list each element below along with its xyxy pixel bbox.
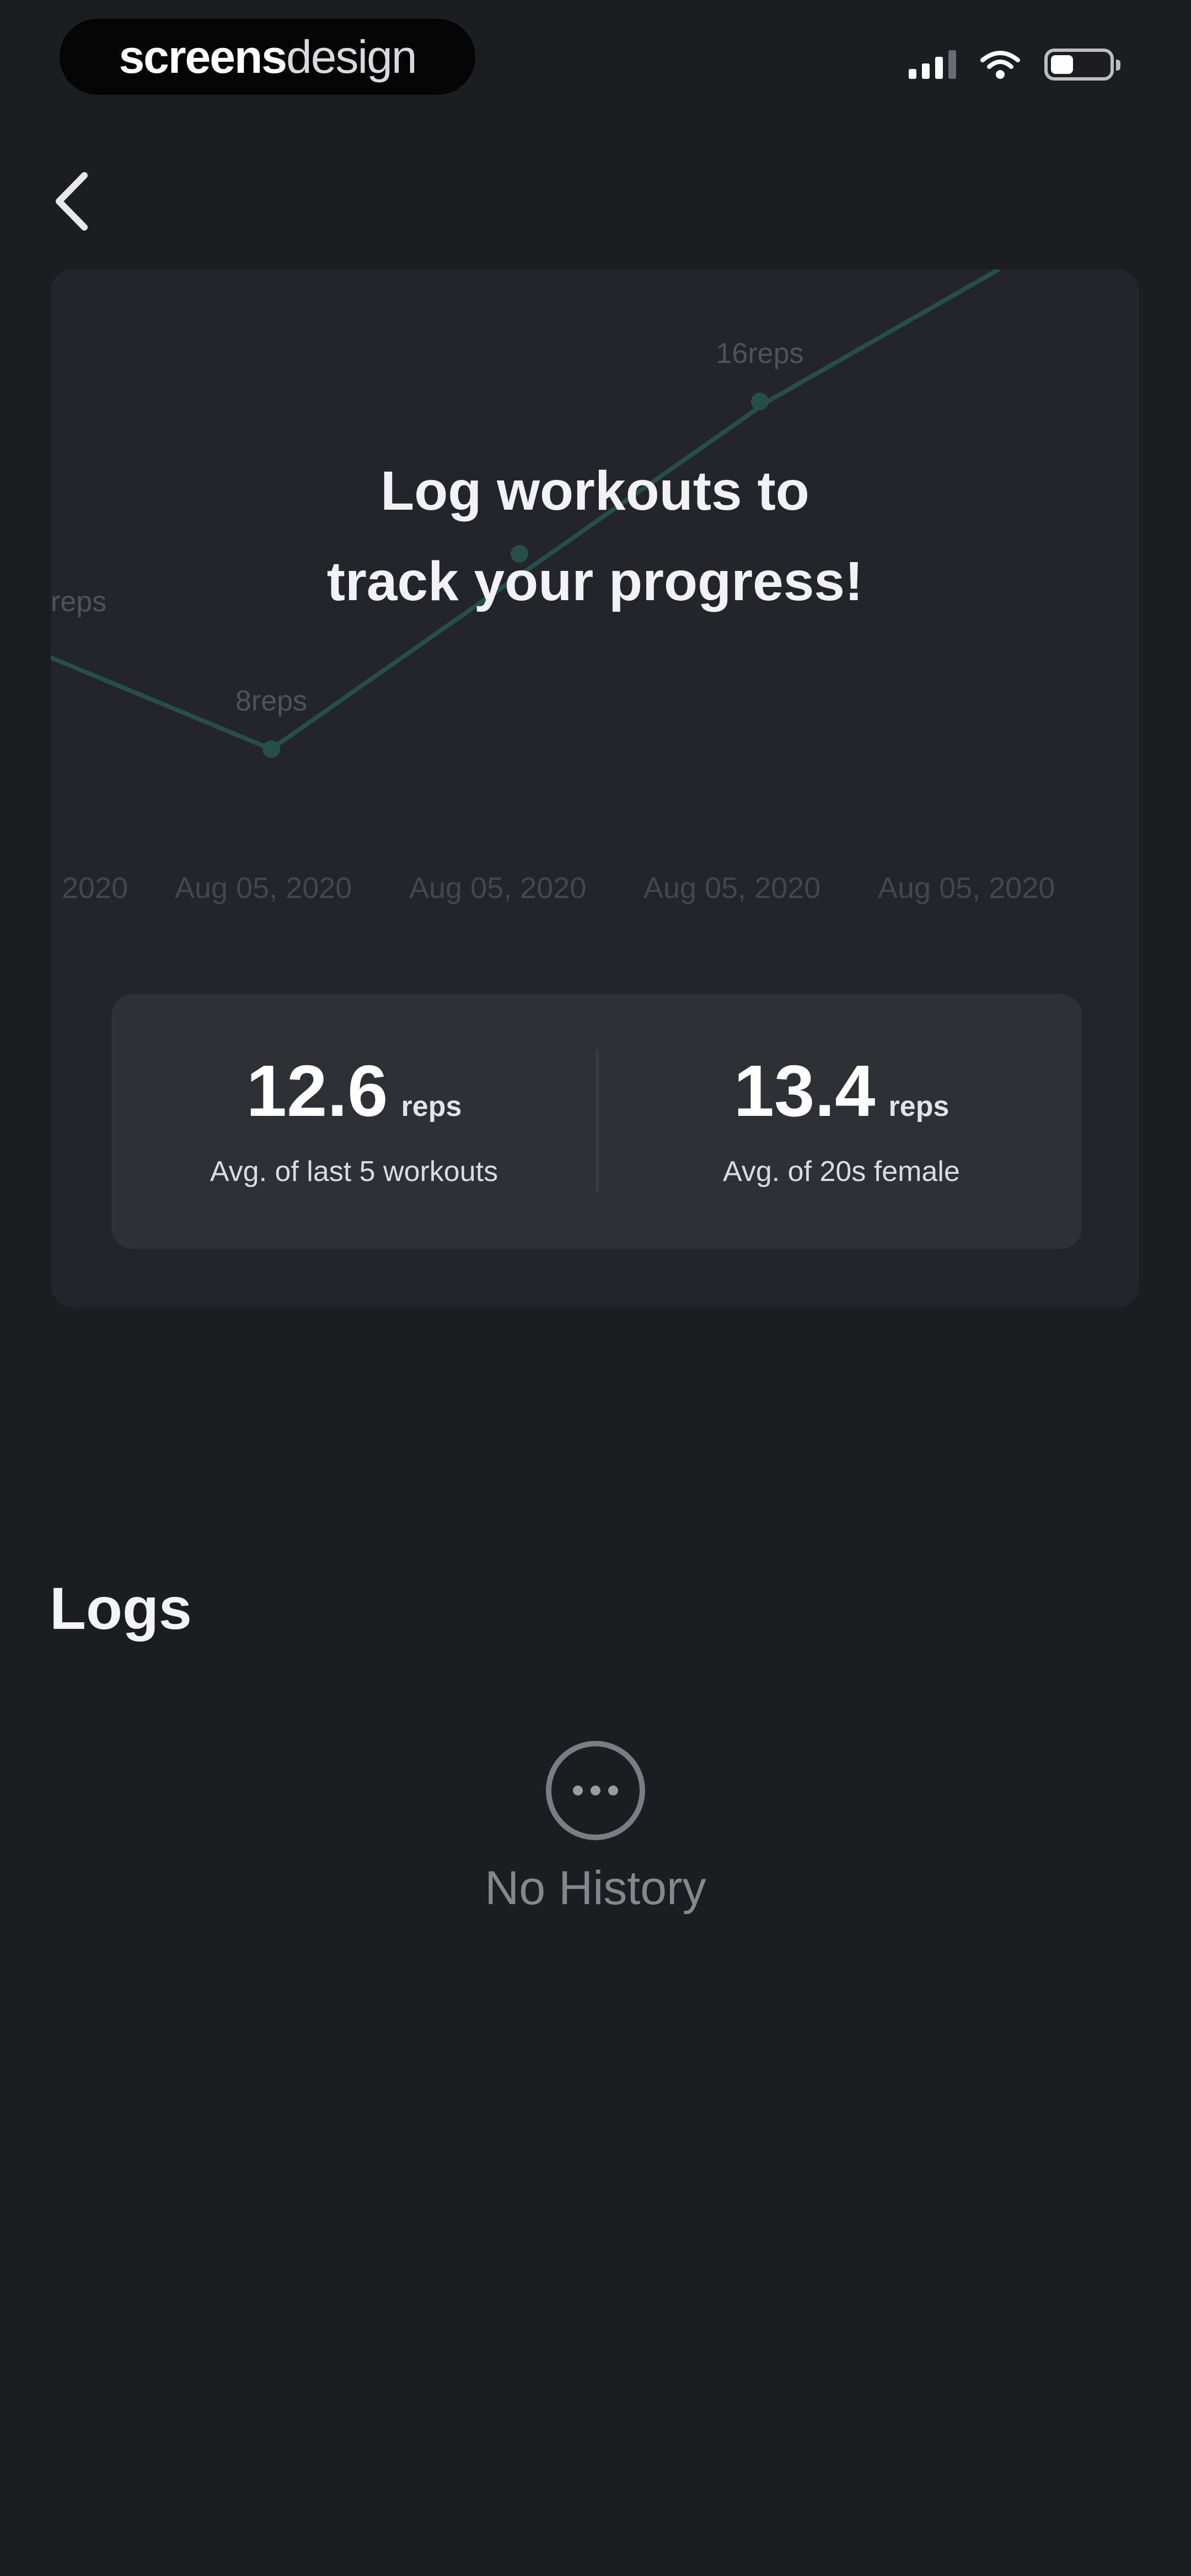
chart-point-low — [262, 740, 280, 758]
chart-point-high — [751, 393, 769, 410]
brand-watermark: screens design — [60, 19, 475, 95]
stat-unit: reps — [888, 1091, 949, 1123]
brand-text-light: design — [286, 31, 417, 83]
chart-label-high: 16reps — [716, 338, 804, 370]
logs-title: Logs — [50, 1575, 192, 1642]
chart-x-tick: Aug 05, 2020 — [175, 872, 352, 905]
empty-chart-message: Log workouts to track your progress! — [51, 446, 1139, 627]
stat-caption: Avg. of last 5 workouts — [210, 1156, 498, 1188]
stat-value: 12.6 — [246, 1050, 388, 1131]
wifi-icon — [980, 51, 1020, 79]
no-history-label: No History — [485, 1862, 706, 1915]
chart-x-tick: Aug 05, 2020 — [878, 872, 1055, 905]
empty-message-line-2: track your progress! — [326, 551, 863, 612]
chart-label-low: 8reps — [235, 685, 307, 717]
back-button[interactable] — [39, 165, 105, 237]
stats-summary: 12.6 reps Avg. of last 5 workouts 13.4 r… — [111, 994, 1082, 1249]
chevron-left-icon — [56, 172, 88, 231]
status-icons — [909, 49, 1120, 81]
chart-x-tick: 2020 — [62, 872, 128, 905]
more-dots-icon — [546, 1741, 645, 1840]
battery-icon — [1044, 49, 1120, 81]
screen: screens design 8reps 16reps reps 2020 Au… — [0, 0, 1191, 2576]
stat-caption: Avg. of 20s female — [723, 1156, 960, 1188]
progress-card: 8reps 16reps reps 2020 Aug 05, 2020 Aug … — [51, 269, 1139, 1307]
cellular-signal-icon — [909, 50, 956, 79]
stat-last-5-workouts: 12.6 reps Avg. of last 5 workouts — [111, 994, 597, 1249]
stat-unit: reps — [401, 1091, 462, 1123]
chart-x-tick: Aug 05, 2020 — [409, 872, 586, 905]
brand-text-bold: screens — [119, 31, 287, 83]
no-history-state: No History — [0, 1741, 1191, 1912]
chart-x-tick: Aug 05, 2020 — [643, 872, 820, 905]
status-bar: screens design — [0, 0, 1191, 127]
empty-message-line-1: Log workouts to — [380, 460, 809, 522]
stat-20s-female: 13.4 reps Avg. of 20s female — [599, 994, 1084, 1249]
stat-value: 13.4 — [733, 1050, 876, 1131]
